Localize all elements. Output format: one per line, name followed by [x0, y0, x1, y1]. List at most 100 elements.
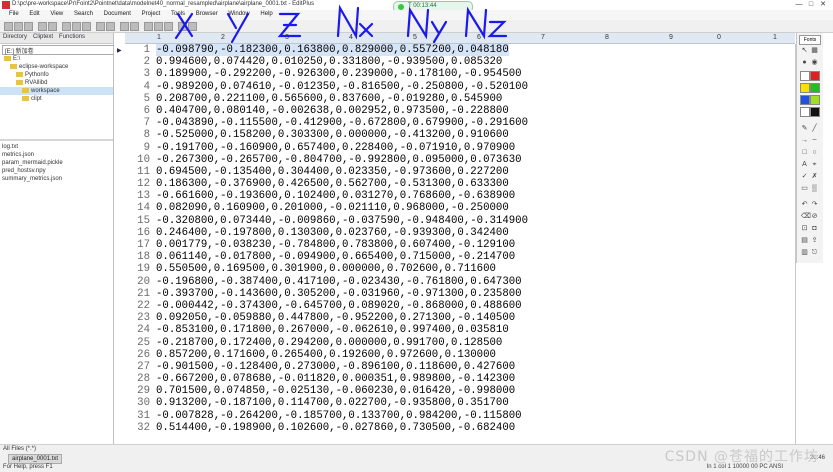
editor-line[interactable]: 13 -0.661600,-0.193600,0.102400,0.031270,… — [114, 190, 795, 202]
undo-draw-icon[interactable]: ↶ — [801, 201, 808, 208]
menu-help[interactable]: Help — [260, 11, 272, 17]
tab-directory[interactable]: Directory — [0, 33, 30, 41]
text-editor[interactable]: ▶ 1 -0.098790,-0.182300,0.163800,0.829000… — [114, 44, 795, 444]
color-swatch-lime[interactable] — [810, 95, 820, 105]
pen-icon[interactable]: ✎ — [801, 125, 808, 132]
save-drawing-icon[interactable]: ▤ — [801, 237, 808, 244]
maximize-button[interactable]: □ — [805, 1, 817, 8]
save-icon[interactable] — [24, 22, 33, 31]
folder-item[interactable]: Pythonfo — [0, 71, 113, 79]
editor-line[interactable]: 15 -0.320800,0.073440,-0.009860,-0.037590… — [114, 215, 795, 227]
editor-line[interactable]: 20 -0.196800,-0.387400,0.417100,-0.023430… — [114, 276, 795, 288]
editor-line[interactable]: 11 0.694500,-0.135400,0.304400,0.023350,-… — [114, 166, 795, 178]
highlight-icon[interactable]: ▭ — [801, 185, 808, 192]
color-swatch-red[interactable] — [810, 71, 820, 81]
cut-icon[interactable] — [62, 22, 71, 31]
editor-line[interactable]: 8 -0.525000,0.158200,0.303300,0.000000,-0… — [114, 129, 795, 141]
drive-select[interactable]: [E:] 新加卷 — [2, 45, 115, 55]
grid-icon[interactable]: ▦ — [811, 47, 818, 54]
editor-line[interactable]: 7 -0.043890,-0.115500,-0.412900,-0.672800… — [114, 117, 795, 129]
editor-line[interactable]: 3 0.189900,-0.292200,-0.926300,0.239000,-… — [114, 68, 795, 80]
line-icon[interactable]: ╱ — [811, 125, 818, 132]
color-swatch-black[interactable] — [810, 107, 820, 117]
line-number-icon[interactable] — [164, 22, 173, 31]
editor-line[interactable]: 23 0.092050,-0.059880,0.447800,-0.952200,… — [114, 312, 795, 324]
text-icon[interactable]: A — [801, 161, 808, 168]
rect-icon[interactable]: □ — [801, 149, 808, 156]
color-swatch-white[interactable] — [800, 71, 810, 81]
editor-line[interactable]: 27 -0.901500,-0.128400,0.273000,-0.896100… — [114, 361, 795, 373]
redo-icon[interactable] — [106, 22, 115, 31]
menu-search[interactable]: Search — [74, 11, 93, 17]
editor-line[interactable]: 16 0.246400,-0.197800,0.130300,0.023760,-… — [114, 227, 795, 239]
menu-tools[interactable]: Tools — [171, 11, 185, 17]
menu-window[interactable]: Window — [228, 11, 249, 17]
folder-item[interactable]: eclipse-workspace — [0, 63, 113, 71]
editor-line[interactable]: 22 -0.000442,-0.374300,-0.645700,0.089020… — [114, 300, 795, 312]
editor-line[interactable]: 28 -0.667200,0.078680,-0.011820,0.000351,… — [114, 373, 795, 385]
file-item[interactable]: param_mermaid.pickle — [2, 159, 63, 167]
copy-icon[interactable] — [72, 22, 81, 31]
editor-line[interactable]: 5 0.208700,0.221100,0.565600,0.837600,-0.… — [114, 93, 795, 105]
print-icon[interactable] — [38, 22, 47, 31]
folder-item-selected[interactable]: workspace — [0, 87, 113, 95]
file-item[interactable]: pred_hostsv.npy — [2, 167, 63, 175]
browser-icon[interactable] — [178, 22, 187, 31]
editor-line[interactable]: 25 -0.218700,0.172400,0.294200,0.000000,0… — [114, 337, 795, 349]
folder-item[interactable]: RVAllibd — [0, 79, 113, 87]
share-icon[interactable]: ⇪ — [811, 237, 818, 244]
panel-splitter[interactable] — [0, 139, 113, 141]
undo-icon[interactable] — [96, 22, 105, 31]
eraser-icon[interactable]: ⌫ — [801, 213, 811, 220]
pointer-icon[interactable]: ↖ — [801, 47, 808, 54]
editor-line[interactable]: 29 0.701500,0.074850,-0.025130,-0.060230,… — [114, 385, 795, 397]
preview-icon[interactable] — [48, 22, 57, 31]
editor-line[interactable]: 12 0.186300,-0.376900,0.426500,0.562700,-… — [114, 178, 795, 190]
find-icon[interactable] — [120, 22, 129, 31]
editor-line[interactable]: 10 -0.267300,-0.265700,-0.804700,-0.99280… — [114, 154, 795, 166]
editor-line[interactable]: 19 0.550500,0.169500,0.301900,0.000000,0.… — [114, 263, 795, 275]
record-circle-icon[interactable]: ● — [801, 59, 808, 66]
dash-icon[interactable]: ┄ — [811, 137, 818, 144]
font-selector[interactable]: Fonts — [799, 35, 821, 45]
editor-line[interactable]: 18 0.061140,-0.017800,-0.094900,0.665400,… — [114, 251, 795, 263]
paste-icon[interactable] — [82, 22, 91, 31]
editor-line[interactable]: 31 -0.007828,-0.264200,-0.185700,0.133700… — [114, 410, 795, 422]
editor-line[interactable]: 26 0.857200,0.171600,0.265400,0.192600,0.… — [114, 349, 795, 361]
check-icon[interactable]: ✓ — [801, 173, 808, 180]
editor-line[interactable]: 32 0.514400,-0.198900,0.102600,-0.027860,… — [114, 422, 795, 434]
stop-circle-icon[interactable]: ◉ — [811, 59, 818, 66]
editor-line[interactable]: 1 -0.098790,-0.182300,0.163800,0.829000,0… — [114, 44, 795, 57]
tab-functions[interactable]: Functions — [56, 33, 88, 41]
file-filter[interactable]: All Files (*.*) — [3, 446, 36, 452]
ellipse-icon[interactable]: ○ — [811, 149, 818, 156]
menu-browser[interactable]: Browser — [196, 11, 218, 17]
lock-icon[interactable]: ⊡ — [801, 225, 808, 232]
redo-draw-icon[interactable]: ↷ — [811, 201, 818, 208]
editor-line[interactable]: 9 -0.191700,-0.160900,0.657400,0.228400,-… — [114, 142, 795, 154]
replace-icon[interactable] — [130, 22, 139, 31]
editor-line[interactable]: 17 0.001779,-0.038230,-0.784800,0.783800,… — [114, 239, 795, 251]
pin-icon[interactable]: ⌖ — [811, 161, 818, 168]
folder-item[interactable]: E:\ — [0, 55, 113, 63]
minimize-button[interactable]: — — [793, 1, 805, 8]
color-swatch-yellow[interactable] — [800, 83, 810, 93]
editor-line[interactable]: 24 -0.853100,0.171800,0.267000,-0.062610,… — [114, 324, 795, 336]
delete-icon[interactable]: ▥ — [801, 249, 808, 256]
menu-file[interactable]: File — [9, 11, 19, 17]
menu-view[interactable]: View — [50, 11, 63, 17]
ruler-icon[interactable] — [154, 22, 163, 31]
cross-icon[interactable]: ✗ — [811, 173, 818, 180]
editor-line[interactable]: 30 0.913200,-0.187100,0.114700,0.022700,-… — [114, 397, 795, 409]
settings-icon[interactable] — [188, 22, 197, 31]
folder-item[interactable]: clipt — [0, 95, 113, 103]
word-wrap-icon[interactable] — [144, 22, 153, 31]
color-swatch-green[interactable] — [810, 83, 820, 93]
editor-line[interactable]: 4 -0.989200,0.074610,-0.012350,-0.816500,… — [114, 81, 795, 93]
exit-icon[interactable]: ⎋ — [811, 249, 818, 256]
editor-line[interactable]: 6 0.404700,0.080140,-0.002638,0.002952,0.… — [114, 105, 795, 117]
close-button[interactable]: ✕ — [817, 0, 829, 8]
camera-icon[interactable]: ◘ — [811, 225, 818, 232]
arrow-icon[interactable]: → — [801, 137, 808, 144]
open-file-icon[interactable] — [14, 22, 23, 31]
